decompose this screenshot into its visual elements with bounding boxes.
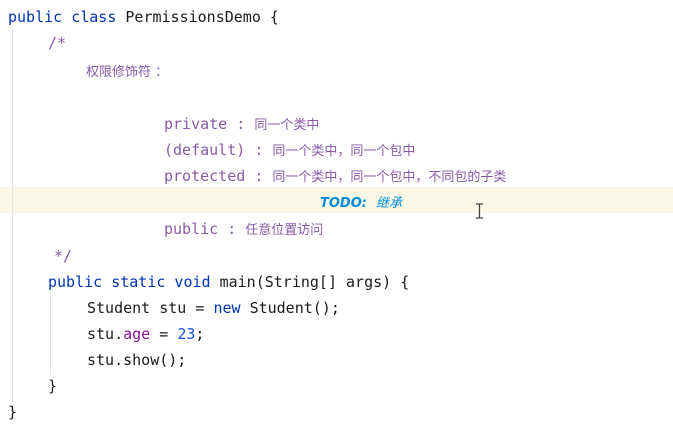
code-line-private: private : 同一个类中	[164, 111, 319, 137]
indent-guide	[12, 30, 13, 402]
code-line-close-class: }	[8, 399, 17, 425]
keyword: new	[213, 299, 241, 317]
comment-text: 同一个类中	[254, 118, 320, 133]
code-line-default: (default) : 同一个类中，同一个包中	[164, 137, 415, 163]
separator: :	[254, 167, 264, 185]
operator: =	[150, 325, 178, 343]
separator: :	[254, 141, 264, 159]
method-signature: main(String[] args)	[219, 273, 392, 291]
method-call: stu.show();	[87, 351, 187, 369]
brace: {	[400, 273, 410, 291]
code-line-new-student: Student stu = new Student();	[87, 295, 340, 321]
comment-text: 权限修饰符 ：	[86, 65, 169, 80]
brace: }	[48, 377, 58, 395]
comment-text: 同一个类中，同一个包中	[272, 144, 416, 159]
comment-token: /*	[48, 34, 67, 52]
code-line-show-call: stu.show();	[87, 347, 186, 373]
keyword: public static void	[48, 273, 211, 291]
separator: :	[227, 220, 237, 238]
code-line-comment-close: */	[54, 243, 72, 269]
todo-tag: TODO:	[320, 196, 367, 211]
brace: {	[269, 8, 279, 26]
code-line-main-signature: public static void main(String[] args) {	[48, 269, 409, 295]
modifier: private	[164, 115, 228, 133]
code-line-public: public : 任意位置访问	[164, 216, 323, 242]
code-line-age-assign: stu.age = 23;	[87, 321, 204, 347]
keyword: public class	[8, 8, 117, 26]
declaration: Student stu =	[87, 299, 205, 317]
class-name: PermissionsDemo	[125, 8, 261, 26]
separator: :	[236, 115, 246, 133]
code-line-comment-open: /*	[48, 30, 66, 56]
field-name: age	[123, 325, 151, 343]
semicolon: ;	[195, 325, 205, 343]
comment-text: 任意位置访问	[245, 223, 324, 238]
code-line-comment-heading: 权限修饰符 ：	[86, 58, 168, 84]
code-editor[interactable]: public class PermissionsDemo { /* 权限修饰符 …	[0, 0, 673, 435]
brace: }	[8, 403, 18, 421]
code-line-protected: protected : 同一个类中，同一个包中，不同包的子类	[164, 163, 506, 189]
indent-guide	[50, 293, 51, 375]
object-ref: stu.	[87, 325, 124, 343]
comment-text: 同一个类中，同一个包中，不同包的子类	[272, 170, 507, 185]
constructor-call: Student();	[249, 299, 340, 317]
number-literal: 23	[177, 325, 196, 343]
modifier: protected	[164, 167, 246, 185]
code-line-close-method: }	[48, 373, 57, 399]
todo-text: 继承	[376, 196, 403, 211]
modifier: (default)	[164, 141, 246, 159]
comment-token: */	[54, 247, 73, 265]
code-line-todo: TODO: 继承	[320, 189, 402, 215]
modifier: public	[164, 220, 219, 238]
code-line-class-declaration: public class PermissionsDemo {	[8, 4, 279, 30]
